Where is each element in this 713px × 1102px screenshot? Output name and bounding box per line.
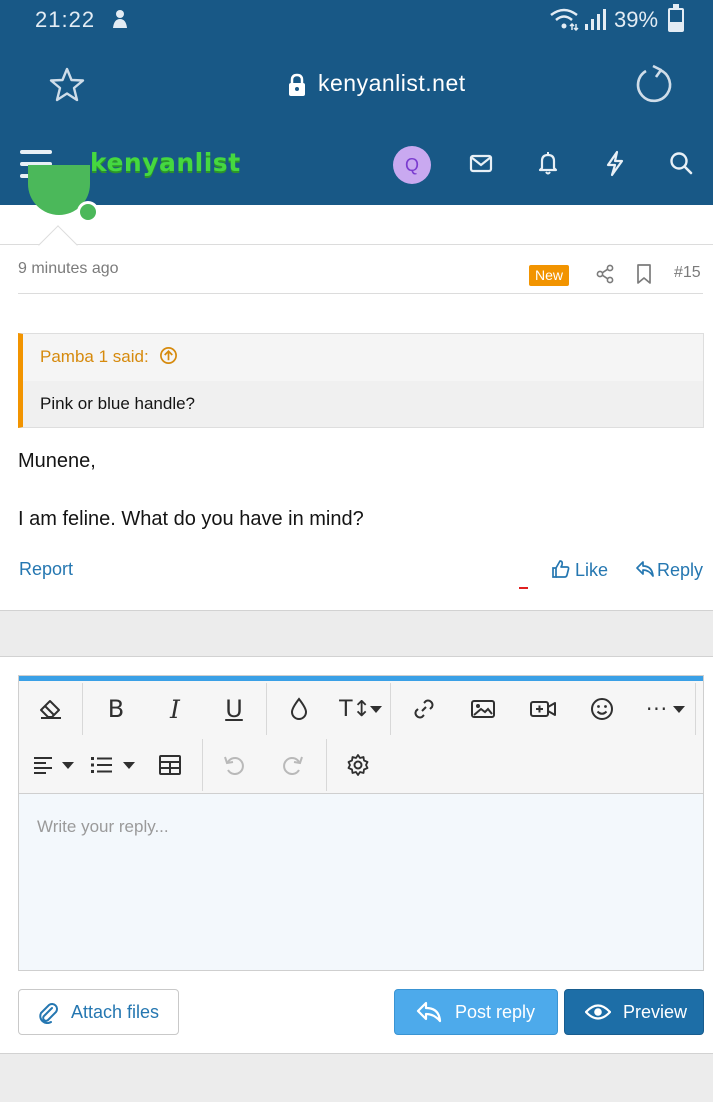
address-url[interactable]: kenyanlist.net	[318, 70, 466, 97]
text-color-icon[interactable]	[279, 689, 319, 729]
settings-gear-icon[interactable]	[338, 745, 378, 785]
bookmark-star-icon[interactable]	[48, 66, 86, 104]
reply-arrow-icon	[636, 561, 654, 577]
quote-text: Pink or blue handle?	[40, 394, 196, 413]
paperclip-icon	[39, 1003, 58, 1024]
eye-icon	[585, 1004, 611, 1020]
table-icon[interactable]	[150, 745, 190, 785]
toolbar-separator	[266, 683, 267, 735]
toolbar-separator	[695, 683, 696, 735]
toolbar-separator	[82, 683, 83, 735]
italic-icon[interactable]: I	[155, 689, 195, 729]
lock-icon	[289, 73, 305, 96]
reply-label[interactable]: Reply	[657, 560, 703, 580]
post-author-strip	[0, 165, 713, 245]
battery-percent: 39%	[614, 7, 659, 32]
bold-icon[interactable]: B	[96, 689, 136, 729]
post-reply-button[interactable]: Post reply	[394, 989, 558, 1035]
message-line-2: I am feline. What do you have in mind?	[18, 508, 364, 530]
redo-icon[interactable]	[273, 745, 313, 785]
reload-icon[interactable]	[634, 64, 674, 104]
quote-author[interactable]: Pamba 1 said:	[40, 347, 149, 366]
list-caret-icon[interactable]	[123, 762, 135, 769]
eraser-icon[interactable]	[31, 689, 71, 729]
attach-files-button[interactable]: Attach files	[18, 989, 179, 1035]
toolbar-separator	[202, 739, 203, 791]
red-marker	[519, 587, 528, 589]
thumbs-up-icon	[552, 560, 570, 578]
lightning-icon[interactable]	[600, 148, 630, 178]
toolbar-separator	[390, 683, 391, 735]
top-chrome: 21:22 39% kenyanlist.net kenyanlist Q	[0, 0, 713, 205]
align-caret-icon[interactable]	[62, 762, 74, 769]
font-size-caret-icon[interactable]	[370, 706, 382, 713]
quote-block: Pamba 1 said: Pink or blue handle?	[18, 333, 704, 428]
battery-icon	[668, 4, 684, 32]
attach-files-label[interactable]: Attach files	[71, 1002, 159, 1023]
message-line-1: Munene,	[18, 450, 96, 472]
more-options-icon[interactable]: ···	[637, 689, 677, 729]
image-icon[interactable]	[463, 689, 503, 729]
align-icon[interactable]	[23, 745, 63, 785]
reply-placeholder[interactable]: Write your reply...	[37, 817, 169, 837]
list-icon[interactable]	[82, 745, 122, 785]
reply-button[interactable]: Reply	[635, 559, 703, 581]
video-icon[interactable]	[523, 689, 563, 729]
arrow-up-circle-icon[interactable]	[159, 346, 178, 365]
status-time: 21:22	[35, 7, 96, 32]
notification-icon	[113, 10, 127, 28]
toolbar-separator	[326, 739, 327, 791]
report-link[interactable]: Report	[19, 559, 73, 580]
share-icon[interactable]	[595, 264, 615, 284]
undo-icon[interactable]	[214, 745, 254, 785]
page-bottom	[0, 1053, 713, 1102]
new-badge: New	[529, 265, 570, 286]
reply-text-area[interactable]: Write your reply...	[19, 793, 703, 970]
online-status-icon	[77, 201, 99, 223]
status-bar: 21:22 39%	[0, 0, 713, 42]
reply-editor: B I U T↕ ··· Write your reply...	[18, 675, 704, 971]
emoji-icon[interactable]	[582, 689, 622, 729]
preview-label[interactable]: Preview	[623, 1002, 687, 1023]
section-gap	[0, 610, 713, 657]
signal-icon	[585, 9, 606, 30]
bookmark-icon[interactable]	[636, 264, 652, 284]
font-size-icon[interactable]: T↕	[335, 689, 375, 729]
editor-accent-line	[19, 676, 703, 681]
post-time[interactable]: 9 minutes ago	[18, 260, 119, 278]
reply-arrow-icon	[416, 1001, 442, 1023]
user-avatar[interactable]: Q	[393, 146, 431, 184]
link-icon[interactable]	[404, 689, 444, 729]
inbox-icon[interactable]	[466, 148, 496, 178]
search-icon[interactable]	[666, 148, 696, 178]
quote-header[interactable]: Pamba 1 said:	[40, 346, 178, 367]
post-number[interactable]: #15	[674, 264, 701, 282]
like-label[interactable]: Like	[575, 560, 608, 580]
underline-icon[interactable]: U	[214, 689, 254, 729]
more-options-caret-icon[interactable]	[673, 706, 685, 713]
bell-icon[interactable]	[533, 148, 563, 178]
site-logo[interactable]: kenyanlist	[90, 148, 241, 177]
like-button[interactable]: Like	[551, 559, 608, 581]
wifi-icon	[550, 8, 579, 32]
meta-divider	[18, 293, 703, 294]
preview-button[interactable]: Preview	[564, 989, 704, 1035]
post-reply-label[interactable]: Post reply	[455, 1002, 535, 1023]
